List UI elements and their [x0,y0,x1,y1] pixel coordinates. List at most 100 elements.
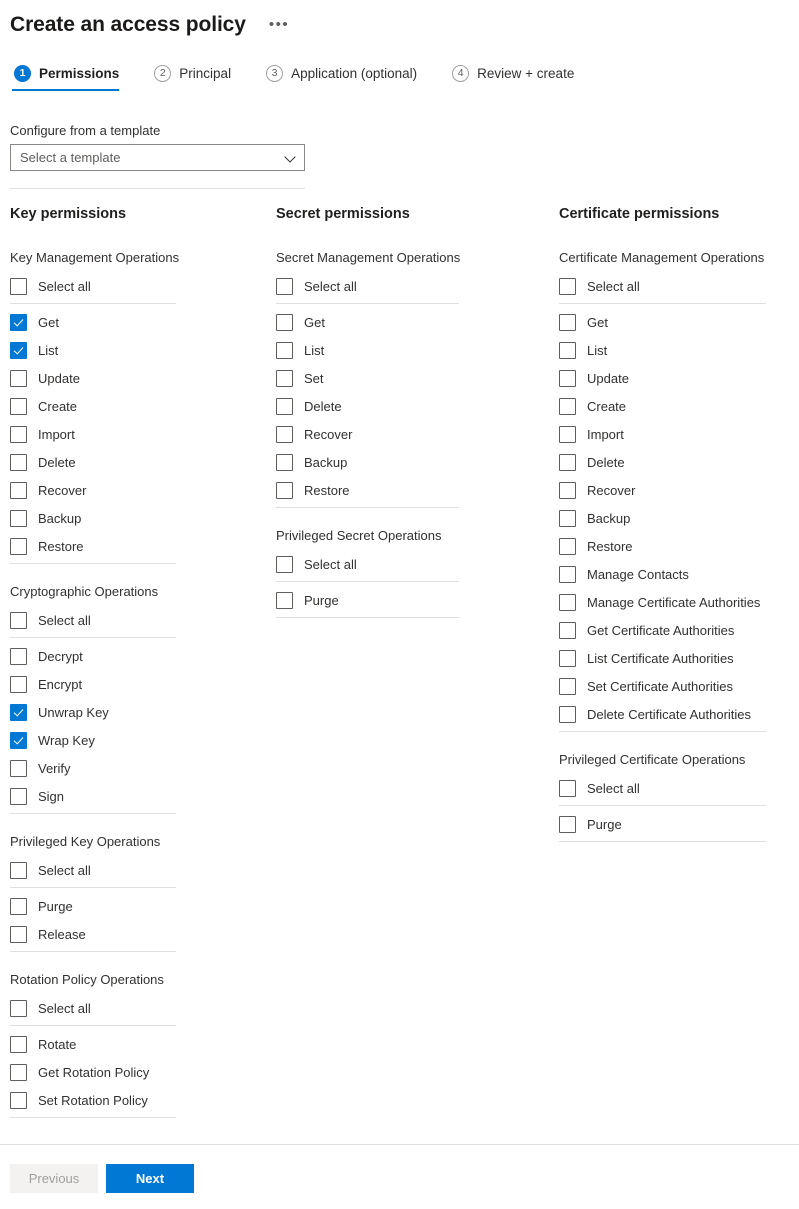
more-options-icon[interactable]: ••• [264,17,294,33]
permission-checkbox[interactable]: Get [559,308,799,336]
permission-checkbox[interactable]: Purge [276,586,559,614]
checkbox-icon[interactable] [10,999,27,1017]
checkbox-icon[interactable] [10,787,27,805]
permission-checkbox[interactable]: Set Rotation Policy [10,1086,276,1114]
checkbox-icon[interactable] [559,425,576,443]
checkbox-icon[interactable] [559,277,576,295]
checkbox-icon[interactable] [10,1035,27,1053]
checkbox-checked-icon[interactable] [10,313,27,331]
previous-button[interactable]: Previous [10,1164,98,1193]
permission-checkbox[interactable]: Release [10,920,276,948]
next-button[interactable]: Next [106,1164,194,1193]
permission-checkbox[interactable]: Verify [10,754,276,782]
checkbox-icon[interactable] [276,555,293,573]
permission-checkbox[interactable]: Recover [276,420,559,448]
checkbox-icon[interactable] [559,453,576,471]
permission-checkbox[interactable]: Purge [559,810,799,838]
permission-checkbox[interactable]: List [10,336,276,364]
checkbox-icon[interactable] [276,425,293,443]
checkbox-icon[interactable] [559,537,576,555]
checkbox-icon[interactable] [10,1063,27,1081]
checkbox-icon[interactable] [10,861,27,879]
checkbox-icon[interactable] [559,705,576,723]
permission-checkbox[interactable]: Rotate [10,1030,276,1058]
checkbox-icon[interactable] [276,481,293,499]
checkbox-icon[interactable] [559,341,576,359]
select-all-checkbox[interactable]: Select all [276,550,559,578]
permission-checkbox[interactable]: Delete [10,448,276,476]
checkbox-icon[interactable] [276,313,293,331]
checkbox-icon[interactable] [10,611,27,629]
checkbox-icon[interactable] [10,397,27,415]
select-all-checkbox[interactable]: Select all [559,774,799,802]
permission-checkbox[interactable]: Create [559,392,799,420]
permission-checkbox[interactable]: Update [559,364,799,392]
permission-checkbox[interactable]: Import [10,420,276,448]
permission-checkbox[interactable]: Encrypt [10,670,276,698]
permission-checkbox[interactable]: Import [559,420,799,448]
checkbox-icon[interactable] [276,397,293,415]
permission-checkbox[interactable]: Sign [10,782,276,810]
checkbox-icon[interactable] [559,313,576,331]
permission-checkbox[interactable]: Manage Contacts [559,560,799,588]
checkbox-icon[interactable] [276,341,293,359]
permission-checkbox[interactable]: Delete [559,448,799,476]
checkbox-icon[interactable] [10,453,27,471]
checkbox-checked-icon[interactable] [10,703,27,721]
select-all-checkbox[interactable]: Select all [559,272,799,300]
checkbox-icon[interactable] [10,481,27,499]
checkbox-icon[interactable] [10,1091,27,1109]
checkbox-icon[interactable] [10,675,27,693]
select-all-checkbox[interactable]: Select all [10,272,276,300]
permission-checkbox[interactable]: List [276,336,559,364]
checkbox-icon[interactable] [10,277,27,295]
checkbox-checked-icon[interactable] [10,341,27,359]
permission-checkbox[interactable]: Set Certificate Authorities [559,672,799,700]
checkbox-icon[interactable] [10,647,27,665]
checkbox-icon[interactable] [559,677,576,695]
permission-checkbox[interactable]: Recover [10,476,276,504]
permission-checkbox[interactable]: Set [276,364,559,392]
permission-checkbox[interactable]: Unwrap Key [10,698,276,726]
checkbox-checked-icon[interactable] [10,731,27,749]
checkbox-icon[interactable] [559,565,576,583]
permission-checkbox[interactable]: Backup [10,504,276,532]
permission-checkbox[interactable]: List Certificate Authorities [559,644,799,672]
select-all-checkbox[interactable]: Select all [10,606,276,634]
permission-checkbox[interactable]: Restore [10,532,276,560]
tab-application-optional[interactable]: 3 Application (optional) [264,65,433,91]
permission-checkbox[interactable]: Get Rotation Policy [10,1058,276,1086]
permission-checkbox[interactable]: Restore [276,476,559,504]
permission-checkbox[interactable]: Get [276,308,559,336]
permission-checkbox[interactable]: Decrypt [10,642,276,670]
permission-checkbox[interactable]: Backup [559,504,799,532]
checkbox-icon[interactable] [10,897,27,915]
checkbox-icon[interactable] [276,277,293,295]
checkbox-icon[interactable] [559,369,576,387]
checkbox-icon[interactable] [10,537,27,555]
checkbox-icon[interactable] [10,369,27,387]
permission-checkbox[interactable]: Get Certificate Authorities [559,616,799,644]
checkbox-icon[interactable] [559,621,576,639]
select-all-checkbox[interactable]: Select all [10,994,276,1022]
permission-checkbox[interactable]: Backup [276,448,559,476]
permission-checkbox[interactable]: Purge [10,892,276,920]
checkbox-icon[interactable] [559,397,576,415]
permission-checkbox[interactable]: List [559,336,799,364]
tab-principal[interactable]: 2 Principal [152,65,247,91]
permission-checkbox[interactable]: Wrap Key [10,726,276,754]
tab-review-create[interactable]: 4 Review + create [450,65,590,91]
checkbox-icon[interactable] [276,369,293,387]
checkbox-icon[interactable] [10,509,27,527]
checkbox-icon[interactable] [276,453,293,471]
permission-checkbox[interactable]: Create [10,392,276,420]
checkbox-icon[interactable] [10,425,27,443]
permission-checkbox[interactable]: Manage Certificate Authorities [559,588,799,616]
checkbox-icon[interactable] [559,481,576,499]
permission-checkbox[interactable]: Get [10,308,276,336]
checkbox-icon[interactable] [10,925,27,943]
checkbox-icon[interactable] [10,759,27,777]
checkbox-icon[interactable] [559,649,576,667]
template-dropdown[interactable]: Select a template [10,144,305,171]
permission-checkbox[interactable]: Recover [559,476,799,504]
